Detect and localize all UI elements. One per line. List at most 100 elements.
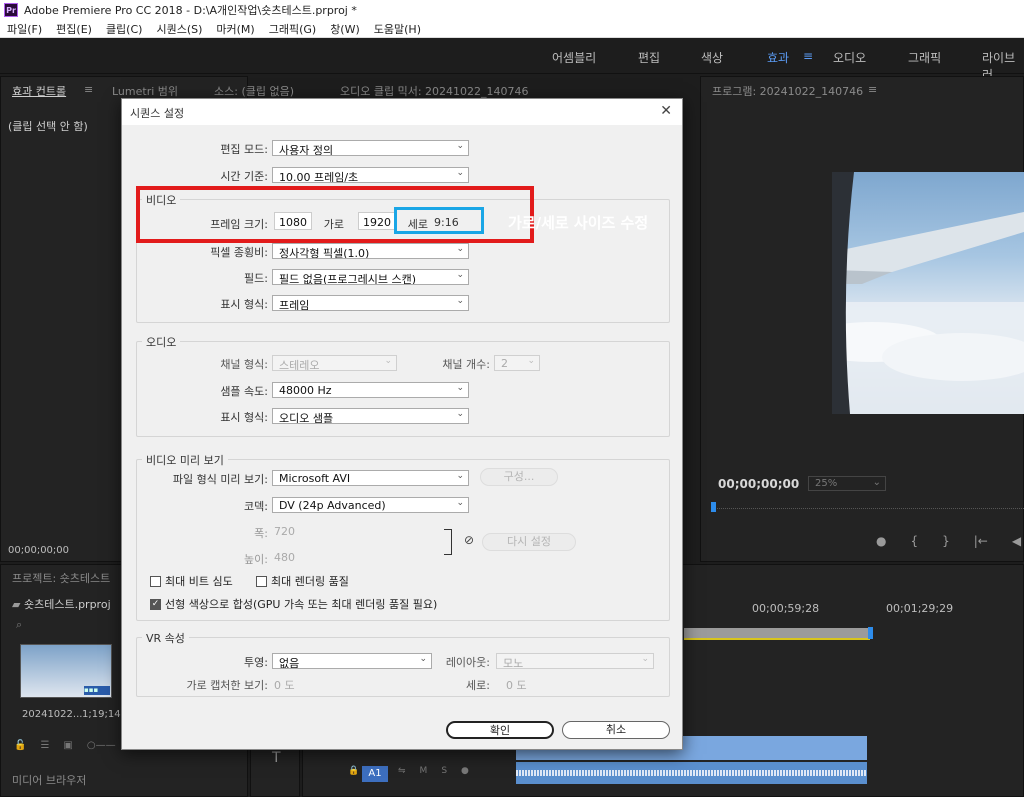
- menu-clip[interactable]: 클립(C): [106, 21, 143, 37]
- list-view-icon[interactable]: ☰: [40, 740, 49, 751]
- search-icon[interactable]: ⌕: [16, 618, 22, 632]
- channel-format-select[interactable]: 스테레오 ⌄: [272, 355, 397, 371]
- type-tool-icon[interactable]: T: [272, 750, 281, 766]
- preview-format-select[interactable]: Microsoft AVI ⌄: [272, 470, 469, 486]
- audio-display-select[interactable]: 오디오 샘플 ⌄: [272, 408, 469, 424]
- cancel-button[interactable]: 취소: [562, 721, 670, 739]
- menu-graphics[interactable]: 그래픽(G): [269, 21, 316, 37]
- channel-format-label: 채널 형식:: [220, 358, 268, 371]
- tab-audio-clip-mixer[interactable]: 오디오 클립 믹서: 20241022_140746: [340, 83, 529, 99]
- chevron-down-icon: ⌄: [456, 498, 464, 508]
- menu-help[interactable]: 도움말(H): [374, 21, 421, 37]
- timeline-tick-2: 00;01;29;29: [886, 602, 954, 615]
- menu-bar: 파일(F) 편집(E) 클립(C) 시퀀스(S) 마커(M) 그래픽(G) 창(…: [0, 20, 1024, 38]
- fields-select[interactable]: 필드 없음(프로그레시브 스캔) ⌄: [272, 269, 469, 285]
- tab-lumetri-scopes[interactable]: Lumetri 범위: [112, 83, 178, 99]
- lock-icon[interactable]: 🔒: [348, 766, 359, 776]
- tab-media-browser[interactable]: 미디어 브라우저: [12, 772, 86, 788]
- audio-group-title: 오디오: [142, 334, 181, 350]
- solo-icon[interactable]: S: [441, 766, 447, 776]
- mark-in-icon[interactable]: {: [910, 534, 918, 548]
- codec-select[interactable]: DV (24p Advanced) ⌄: [272, 497, 469, 513]
- project-title[interactable]: 프로젝트: 숏츠테스트: [12, 570, 110, 586]
- workspace-editing[interactable]: 편집: [638, 49, 660, 66]
- mark-out-icon[interactable]: }: [942, 534, 950, 548]
- workspace-audio[interactable]: 오디오: [833, 49, 866, 66]
- chevron-down-icon: ⌄: [456, 168, 464, 178]
- configure-button[interactable]: 구성...: [480, 468, 558, 486]
- workspace-bar: 어셈블리 편집 색상 효과 ≡ 오디오 그래픽 라이브러: [0, 38, 1024, 82]
- step-back-icon[interactable]: ◀: [1012, 534, 1021, 548]
- mic-icon[interactable]: ●: [461, 766, 469, 776]
- channel-count-select[interactable]: 2 ⌄: [494, 355, 540, 371]
- sample-rate-select[interactable]: 48000 Hz ⌄: [272, 382, 469, 398]
- dialog-title: 시퀀스 설정: [130, 107, 185, 120]
- add-marker-icon[interactable]: ●: [876, 534, 886, 548]
- video-preview-group-title: 비디오 미리 보기: [142, 452, 228, 468]
- workspace-color[interactable]: 색상: [701, 49, 723, 66]
- ok-button[interactable]: 확인: [446, 721, 554, 739]
- track-a1-target[interactable]: A1: [362, 766, 388, 782]
- max-render-quality-checkbox[interactable]: 최대 렌더링 품질: [256, 573, 349, 589]
- audio-clip[interactable]: [516, 762, 867, 784]
- workspace-menu-icon[interactable]: ≡: [803, 49, 813, 63]
- pixel-aspect-select[interactable]: 정사각형 픽셀(1.0) ⌄: [272, 243, 469, 259]
- zoom-value: 25%: [815, 478, 838, 489]
- work-area-end-handle[interactable]: [868, 627, 873, 639]
- chevron-down-icon: ⌄: [384, 356, 392, 366]
- title-bar: Pr Adobe Premiere Pro CC 2018 - D:\A개인작업…: [0, 0, 1024, 20]
- bin-name: ▰ 숏츠테스트.prproj: [12, 598, 111, 611]
- program-ruler[interactable]: [712, 508, 1024, 516]
- timebase-label: 시간 기준:: [220, 170, 268, 183]
- icon-view-icon[interactable]: ▣: [63, 740, 72, 751]
- airplane-window-view: [832, 172, 1024, 414]
- linear-color-checkbox[interactable]: ✓ 선형 색상으로 합성(GPU 가속 또는 최대 렌더링 품질 필요): [150, 596, 437, 612]
- workspace-effects[interactable]: 효과: [767, 49, 789, 66]
- workspace-graphics[interactable]: 그래픽: [908, 49, 941, 66]
- menu-file[interactable]: 파일(F): [7, 21, 42, 37]
- layout-select[interactable]: 모노 ⌄: [496, 653, 654, 669]
- max-bit-depth-checkbox[interactable]: 최대 비트 심도: [150, 573, 233, 589]
- pixel-aspect-label: 픽셀 종횡비:: [210, 246, 268, 259]
- menu-sequence[interactable]: 시퀀스(S): [156, 21, 202, 37]
- hfov-label: 가로 캡처한 보기:: [186, 679, 268, 692]
- playhead[interactable]: [711, 502, 716, 512]
- vr-group-title: VR 속성: [142, 630, 189, 646]
- display-format-select[interactable]: 프레임 ⌄: [272, 295, 469, 311]
- clip-name: 20241022...: [22, 709, 83, 720]
- zoom-slider[interactable]: ○——: [87, 740, 116, 751]
- lock-icon[interactable]: 🔓: [14, 740, 26, 751]
- zoom-select[interactable]: 25% ⌄: [808, 476, 886, 491]
- menu-edit[interactable]: 편집(E): [56, 21, 92, 37]
- close-icon[interactable]: ✕: [660, 103, 672, 119]
- timebase-select[interactable]: 10.00 프레임/초 ⌄: [272, 167, 469, 183]
- fields-label: 필드:: [244, 272, 268, 285]
- preview-format-label: 파일 형식 미리 보기:: [172, 473, 268, 486]
- mute-icon[interactable]: M: [420, 766, 428, 776]
- edit-mode-select[interactable]: 사용자 정의 ⌄: [272, 140, 469, 156]
- vfov-label: 세로:: [466, 679, 490, 692]
- layout-label: 레이아웃:: [445, 656, 490, 669]
- projection-select[interactable]: 없음 ⌄: [272, 653, 432, 669]
- chevron-down-icon: ⌄: [456, 409, 464, 419]
- tab-effect-controls[interactable]: 효과 컨트롤: [12, 83, 66, 99]
- chevron-down-icon: ⌄: [456, 270, 464, 280]
- annotation-text: 가로/세로 사이즈 수정: [508, 214, 649, 232]
- menu-window[interactable]: 창(W): [330, 21, 360, 37]
- work-area-bar[interactable]: [684, 628, 870, 640]
- chevron-down-icon: ⌄: [872, 477, 881, 488]
- program-menu-icon[interactable]: ≡: [868, 83, 877, 96]
- sync-lock-icon[interactable]: ⇋: [398, 766, 406, 776]
- transport-controls: ● { } |← ◀: [876, 534, 1021, 548]
- panel-menu-icon[interactable]: ≡: [84, 83, 93, 96]
- track-a1-buttons: ⇋ M S ●: [398, 766, 469, 776]
- link-icon[interactable]: ⊘: [464, 533, 474, 547]
- effect-timecode: 00;00;00;00: [8, 545, 70, 556]
- reset-button[interactable]: 다시 설정: [482, 533, 576, 551]
- go-to-in-icon[interactable]: |←: [974, 534, 988, 548]
- workspace-assembly[interactable]: 어셈블리: [552, 49, 596, 66]
- tab-source[interactable]: 소스: (클립 없음): [214, 83, 294, 99]
- display-format-label: 표시 형식:: [220, 298, 268, 311]
- chevron-down-icon: ⌄: [456, 296, 464, 306]
- menu-marker[interactable]: 마커(M): [216, 21, 254, 37]
